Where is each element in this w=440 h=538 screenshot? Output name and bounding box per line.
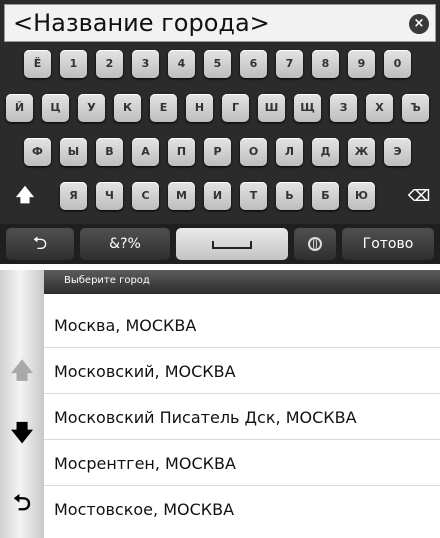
keyboard-row-4: 🡅 ⌫ ЯЧСМИТЬБЮ — [0, 178, 440, 214]
key-К[interactable]: К — [114, 94, 141, 122]
key-Т[interactable]: Т — [240, 182, 267, 210]
city-list-item[interactable]: Московский, МОСКВА — [44, 350, 440, 394]
city-list-item[interactable]: Мосрентген, МОСКВА — [44, 442, 440, 486]
key-9[interactable]: 9 — [348, 50, 375, 78]
key-Д[interactable]: Д — [312, 138, 339, 166]
key-Й[interactable]: Й — [6, 94, 33, 122]
keyboard-screen: <Название города> × Ё1234567890 ЙЦУКЕНГШ… — [0, 0, 440, 264]
keyboard-bottom-bar: ⮌ &?% Готово — [0, 224, 440, 264]
key-2[interactable]: 2 — [96, 50, 123, 78]
symbols-label: &?% — [109, 236, 141, 252]
scroll-up-icon[interactable]: 🡅 — [10, 360, 34, 384]
key-Е[interactable]: Е — [150, 94, 177, 122]
keyboard-row-2: ЙЦУКЕНГШЩЗХЪ — [0, 90, 440, 126]
key-0[interactable]: 0 — [384, 50, 411, 78]
city-name: Мосрентген, МОСКВА — [54, 454, 236, 473]
space-button[interactable] — [176, 228, 288, 260]
key-3[interactable]: 3 — [132, 50, 159, 78]
key-Н[interactable]: Н — [186, 94, 213, 122]
done-label: Готово — [362, 236, 414, 252]
key-1[interactable]: 1 — [60, 50, 87, 78]
key-Л[interactable]: Л — [276, 138, 303, 166]
key-П[interactable]: П — [168, 138, 195, 166]
key-4[interactable]: 4 — [168, 50, 195, 78]
key-Ъ[interactable]: Ъ — [402, 94, 429, 122]
shift-icon[interactable]: 🡅 — [10, 182, 40, 210]
keyboard-row-3: ФЫВАПРОЛДЖЭ — [0, 134, 440, 170]
key-Ц[interactable]: Ц — [42, 94, 69, 122]
city-name: Москва, МОСКВА — [54, 316, 197, 335]
globe-icon — [308, 237, 322, 251]
key-С[interactable]: С — [132, 182, 159, 210]
keyboard-row-1: Ё1234567890 — [0, 46, 440, 82]
key-А[interactable]: А — [132, 138, 159, 166]
key-Ч[interactable]: Ч — [96, 182, 123, 210]
key-У[interactable]: У — [78, 94, 105, 122]
key-Ы[interactable]: Ы — [60, 138, 87, 166]
key-5[interactable]: 5 — [204, 50, 231, 78]
key-Ф[interactable]: Ф — [24, 138, 51, 166]
city-name: Мостовское, МОСКВА — [54, 500, 235, 519]
key-М[interactable]: М — [168, 182, 195, 210]
space-icon — [212, 241, 252, 249]
back-button[interactable]: ⮌ — [6, 228, 74, 260]
city-list-item[interactable]: Москва, МОСКВА — [44, 304, 440, 348]
side-navigation-panel: 🡅 🡇 ⮌ — [0, 270, 44, 538]
list-header-title: Выберите город — [64, 275, 150, 286]
key-Ж[interactable]: Ж — [348, 138, 375, 166]
city-name: Московский Писатель Дск, МОСКВА — [54, 408, 357, 427]
city-name: Московский, МОСКВА — [54, 362, 236, 381]
back-icon[interactable]: ⮌ — [10, 492, 34, 516]
key-Г[interactable]: Г — [222, 94, 249, 122]
key-О[interactable]: О — [240, 138, 267, 166]
city-list-item[interactable]: Московский Писатель Дск, МОСКВА — [44, 396, 440, 440]
key-7[interactable]: 7 — [276, 50, 303, 78]
key-Р[interactable]: Р — [204, 138, 231, 166]
key-Ё[interactable]: Ё — [24, 50, 51, 78]
key-Ш[interactable]: Ш — [258, 94, 285, 122]
key-Э[interactable]: Э — [384, 138, 411, 166]
backspace-icon[interactable]: ⌫ — [404, 182, 434, 210]
city-list-item[interactable]: Мостовское, МОСКВА — [44, 488, 440, 532]
language-button[interactable] — [294, 228, 336, 260]
key-Х[interactable]: Х — [366, 94, 393, 122]
clear-icon[interactable]: × — [409, 14, 429, 34]
key-Ю[interactable]: Ю — [348, 182, 375, 210]
key-Ь[interactable]: Ь — [276, 182, 303, 210]
key-В[interactable]: В — [96, 138, 123, 166]
key-Щ[interactable]: Щ — [294, 94, 321, 122]
done-button[interactable]: Готово — [342, 228, 434, 260]
scroll-down-icon[interactable]: 🡇 — [10, 422, 34, 446]
city-name-text: <Название города> — [13, 9, 270, 37]
key-8[interactable]: 8 — [312, 50, 339, 78]
key-6[interactable]: 6 — [240, 50, 267, 78]
key-Б[interactable]: Б — [312, 182, 339, 210]
key-И[interactable]: И — [204, 182, 231, 210]
key-Я[interactable]: Я — [60, 182, 87, 210]
list-header: Выберите город — [44, 270, 440, 294]
city-list-screen: 🡅 🡇 ⮌ Выберите город Москва, МОСКВА Моск… — [0, 270, 440, 538]
back-icon: ⮌ — [32, 233, 48, 254]
city-name-input[interactable]: <Название города> × — [4, 4, 436, 42]
key-З[interactable]: З — [330, 94, 357, 122]
symbols-button[interactable]: &?% — [80, 228, 170, 260]
